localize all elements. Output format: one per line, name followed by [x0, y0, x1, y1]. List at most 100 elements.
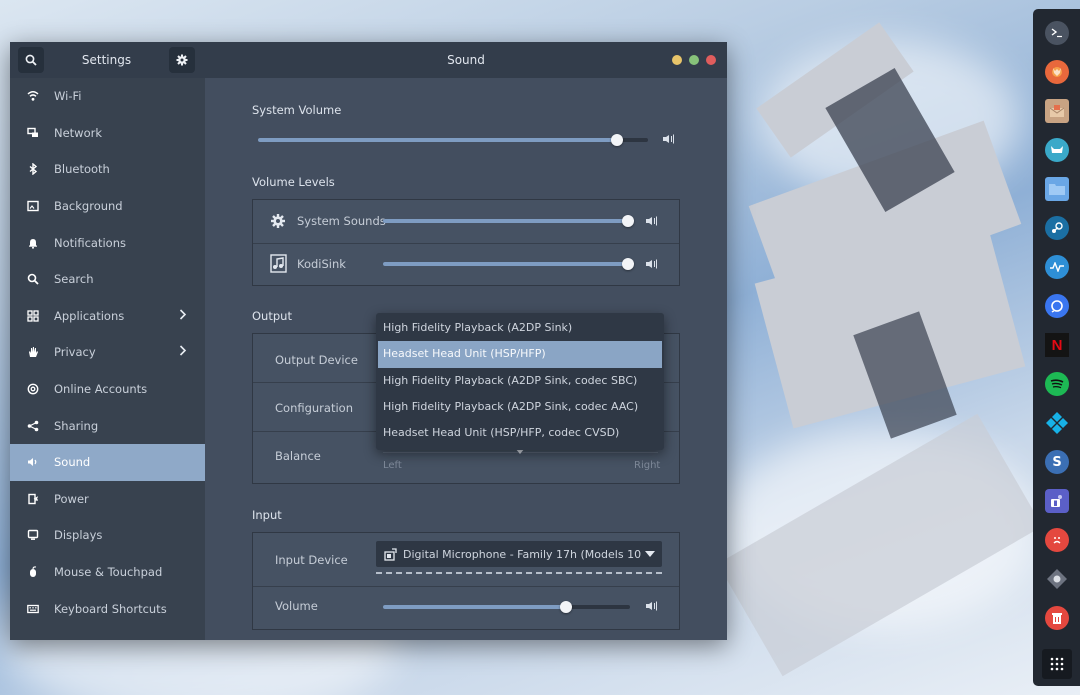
sidebar-item-label: Privacy [54, 345, 96, 360]
sidebar-item-label: Sound [54, 455, 91, 470]
balance-left-label: Left [383, 460, 402, 471]
dock: N S [1033, 9, 1080, 686]
volume-icon [663, 134, 674, 144]
minimize-button[interactable] [672, 55, 682, 65]
output-heading: Output [252, 309, 292, 323]
sidebar-item-privacy[interactable]: Privacy [10, 334, 205, 371]
input-heading: Input [252, 508, 282, 522]
netflix-icon[interactable]: N [1045, 333, 1069, 357]
settings-button[interactable] [169, 47, 195, 73]
microphone-device-icon [384, 547, 397, 561]
hand-icon [26, 345, 40, 359]
gear-icon [271, 214, 285, 228]
slider-knob[interactable] [610, 134, 623, 146]
titlebar: Sound [205, 42, 727, 78]
grid-icon [26, 309, 40, 323]
activity-icon[interactable] [1045, 255, 1069, 279]
system-sounds-slider[interactable] [383, 215, 634, 227]
sidebar-item-label: Wi-Fi [54, 89, 82, 104]
settings-window: Settings Sound Wi-Fi Network Bluetooth B… [10, 42, 727, 640]
slider-knob[interactable] [621, 258, 634, 270]
terminal-icon[interactable] [1045, 21, 1069, 45]
cat-icon[interactable] [1045, 138, 1069, 162]
simplenote-icon[interactable]: S [1045, 450, 1069, 474]
sidebar-item-bluetooth[interactable]: Bluetooth [10, 151, 205, 188]
sidebar-header: Settings [10, 42, 205, 78]
app-grid-icon[interactable] [1042, 649, 1072, 679]
mouse-icon [26, 565, 40, 579]
dropdown-option-selected[interactable]: Headset Head Unit (HSP/HFP) [378, 341, 662, 368]
window-title: Sound [447, 53, 485, 67]
sidebar-item-label: Applications [54, 308, 125, 323]
chevron-down-icon [645, 551, 655, 557]
sidebar-item-label: Bluetooth [54, 162, 110, 177]
sidebar-item-notifications[interactable]: Notifications [10, 224, 205, 261]
search-icon [26, 272, 40, 286]
power-icon [26, 492, 40, 506]
chevron-right-icon [179, 309, 187, 323]
sidebar-item-wifi[interactable]: Wi-Fi [10, 78, 205, 115]
trash-icon[interactable] [1045, 606, 1069, 630]
search-button[interactable] [18, 47, 44, 73]
dropdown-option[interactable]: Headset Head Unit (HSP/HFP, codec CVSD) [376, 420, 664, 446]
kodi-sink-icon [270, 254, 287, 273]
sidebar-item-applications[interactable]: Applications [10, 298, 205, 335]
close-button[interactable] [706, 55, 716, 65]
spotify-icon[interactable] [1045, 372, 1069, 396]
sidebar-item-network[interactable]: Network [10, 115, 205, 152]
balance-right-label: Right [634, 460, 661, 471]
sad-face-icon[interactable] [1045, 528, 1069, 552]
steam-icon[interactable] [1045, 216, 1069, 240]
signal-icon[interactable] [1045, 294, 1069, 318]
input-volume-slider[interactable] [383, 601, 630, 613]
configuration-label: Configuration [275, 401, 353, 415]
sidebar-item-search[interactable]: Search [10, 261, 205, 298]
bluetooth-icon [26, 162, 40, 176]
keyboard-icon [26, 602, 40, 616]
kodi-icon[interactable] [1045, 411, 1069, 435]
maximize-button[interactable] [689, 55, 699, 65]
input-device-combo[interactable]: Digital Microphone - Family 17h (Models … [376, 541, 662, 567]
sidebar-item-background[interactable]: Background [10, 188, 205, 225]
dropdown-option[interactable]: High Fidelity Playback (A2DP Sink, codec… [376, 394, 664, 420]
system-volume-slider[interactable] [258, 134, 648, 146]
background-icon [26, 199, 40, 213]
sidebar-item-keyboard-shortcuts[interactable]: Keyboard Shortcuts [10, 590, 205, 627]
volume-levels-heading: Volume Levels [252, 175, 335, 189]
teams-icon[interactable] [1045, 489, 1069, 513]
sidebar-item-label: Online Accounts [54, 382, 148, 397]
slider-fill [383, 219, 628, 223]
balance-label: Balance [275, 449, 321, 463]
slider-fill [383, 262, 628, 266]
mail-icon[interactable] [1045, 99, 1069, 123]
input-volume-label: Volume [275, 599, 318, 613]
sidebar-item-sound[interactable]: Sound [10, 443, 205, 481]
speaker-icon [26, 455, 40, 469]
sidebar-item-label: Network [54, 125, 103, 140]
sidebar-item-displays[interactable]: Displays [10, 517, 205, 554]
sidebar: Wi-Fi Network Bluetooth Background Notif… [10, 78, 205, 640]
sidebar-item-mouse-touchpad[interactable]: Mouse & Touchpad [10, 554, 205, 591]
volume-icon [646, 601, 657, 611]
firefox-icon[interactable] [1045, 60, 1069, 84]
dropdown-option[interactable]: High Fidelity Playback (A2DP Sink, codec… [376, 368, 664, 394]
slider-knob[interactable] [559, 601, 572, 613]
volume-levels-panel: System Sounds KodiSink [252, 199, 680, 286]
output-device-dropdown[interactable]: High Fidelity Playback (A2DP Sink) Heads… [376, 313, 664, 450]
sidebar-item-online-accounts[interactable]: Online Accounts [10, 371, 205, 408]
slider-knob[interactable] [621, 215, 634, 227]
settings-diamond-icon[interactable] [1045, 567, 1069, 591]
sidebar-item-power[interactable]: Power [10, 481, 205, 518]
kodisink-slider[interactable] [383, 258, 634, 270]
sidebar-item-sharing[interactable]: Sharing [10, 407, 205, 444]
at-icon [26, 382, 40, 396]
sidebar-item-label: Power [54, 491, 89, 506]
panel-divider [253, 243, 679, 244]
sidebar-item-label: Search [54, 272, 94, 287]
dropdown-option[interactable]: High Fidelity Playback (A2DP Sink) [376, 315, 664, 341]
input-device-label: Input Device [275, 553, 348, 567]
folder-icon[interactable] [1045, 177, 1069, 201]
volume-icon [646, 216, 657, 226]
sidebar-item-label: Notifications [54, 235, 126, 250]
volume-icon [646, 259, 657, 269]
